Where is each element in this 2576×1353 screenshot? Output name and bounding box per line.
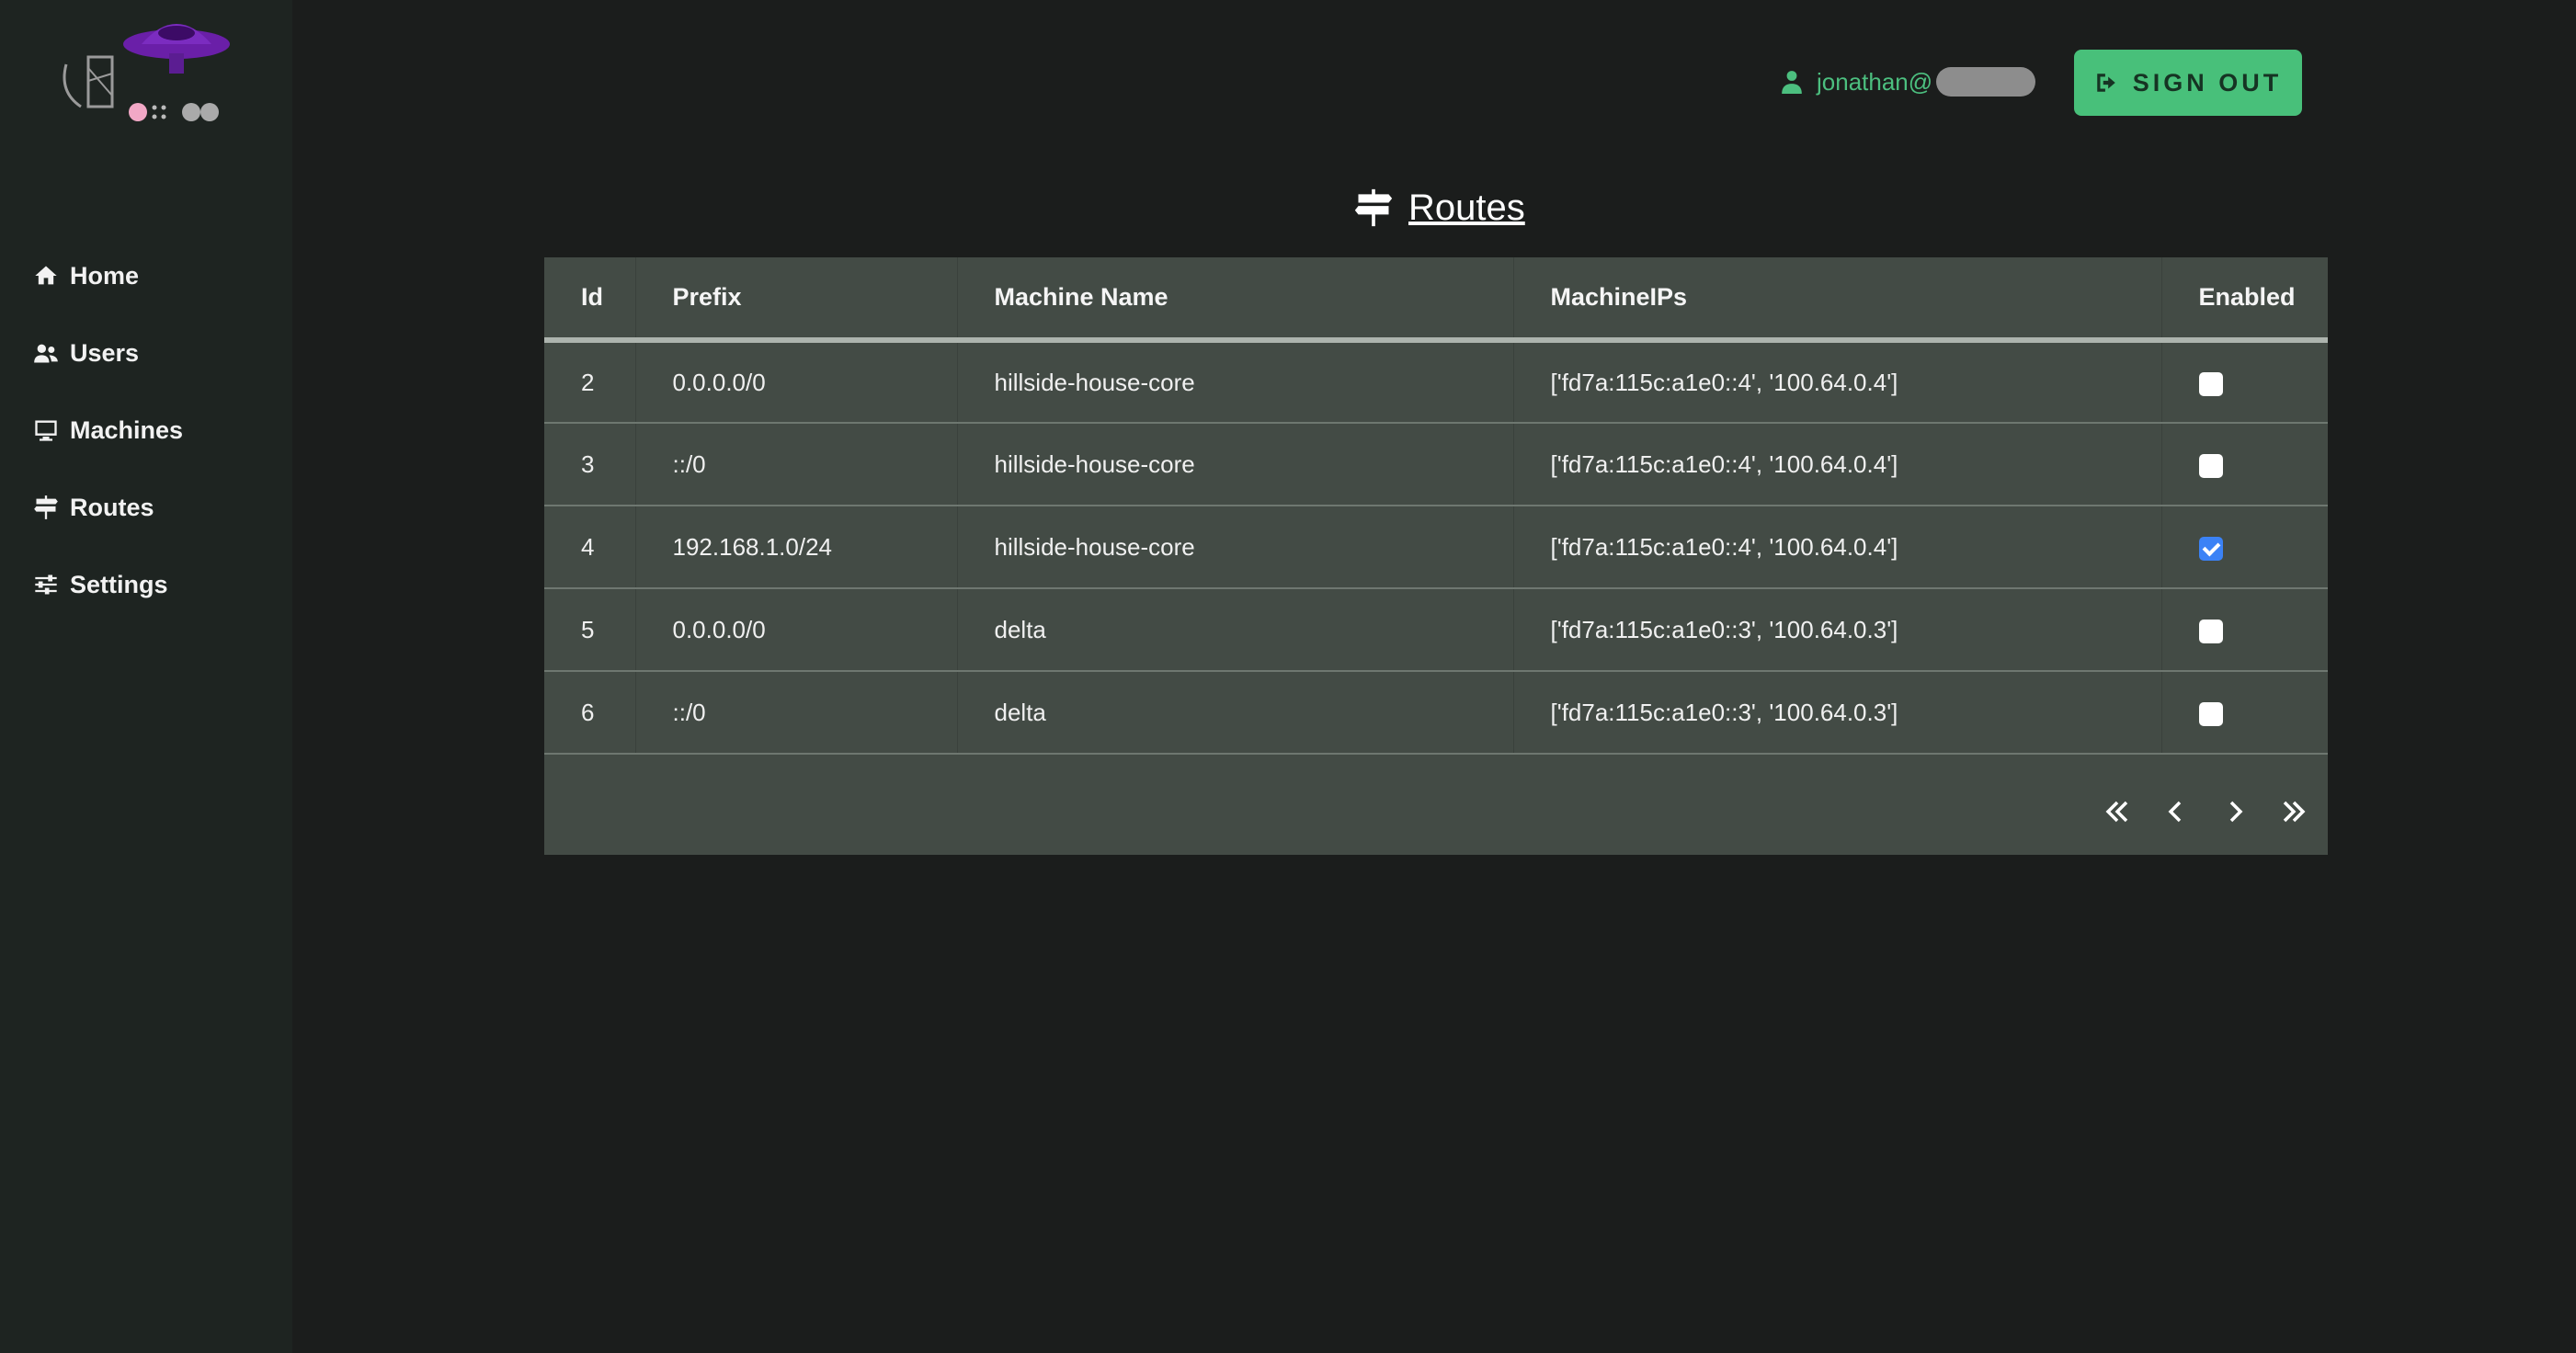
enabled-checkbox[interactable] (2198, 536, 2223, 561)
cell-enabled (2161, 423, 2328, 506)
cell-machine-name: delta (957, 588, 1514, 671)
sidebar-item-label: Routes (70, 493, 154, 521)
cell-prefix: 192.168.1.0/24 (635, 506, 958, 588)
column-header-machine-name: Machine Name (957, 257, 1514, 340)
last-page-button[interactable] (2278, 796, 2309, 827)
cell-machine-ips: ['fd7a:115c:a1e0::3', '100.64.0.3'] (1513, 588, 2162, 671)
cell-id: 2 (544, 340, 636, 423)
cell-machine-name: hillside-house-core (957, 340, 1514, 423)
cell-machine-ips: ['fd7a:115c:a1e0::4', '100.64.0.4'] (1513, 506, 2162, 588)
table-row: 3::/0 hillside-house-core ['fd7a:115c:a1e0… (544, 423, 2328, 506)
sign-out-icon (2096, 74, 2115, 92)
enabled-checkbox[interactable] (2198, 453, 2223, 478)
cell-prefix: 0.0.0.0/0 (635, 588, 958, 671)
sidebar-item-home[interactable]: Home (33, 253, 139, 299)
table-row: 4 192.168.1.0/24 hillside-house-core ['fd7a… (544, 506, 2328, 588)
cell-id: 5 (544, 588, 636, 671)
signpost-icon (1354, 188, 1393, 227)
sidebar-item-routes[interactable]: Routes (33, 484, 154, 530)
page-title-link[interactable]: Routes (1408, 188, 1525, 229)
cell-machine-name: hillside-house-core (957, 423, 1514, 506)
signpost-icon (34, 495, 58, 519)
column-header-machine-ips: MachineIPs (1513, 257, 2162, 340)
sidebar-item-label: Home (70, 261, 140, 290)
users-icon (34, 344, 58, 363)
redacted-domain (1936, 67, 2036, 97)
routes-table: Id Prefix Machine Name MachineIPs Enable… (544, 257, 2328, 855)
page-title: Routes (1353, 180, 1525, 235)
cell-enabled (2161, 340, 2328, 423)
prev-page-icon (2168, 801, 2182, 823)
cell-enabled (2161, 506, 2328, 588)
cell-prefix: ::/0 (635, 423, 958, 506)
pagination (2102, 796, 2309, 827)
column-header-enabled: Enabled (2198, 283, 2296, 311)
cell-enabled (2161, 671, 2328, 754)
sign-out-button[interactable]: SIGN OUT (2074, 50, 2302, 116)
table-header-row: Id Prefix Machine Name MachineIPs Enable… (544, 257, 2328, 340)
table-row: 5 0.0.0.0/0 delta ['fd7a:115c:a1e0::3', '10… (544, 588, 2328, 671)
sidebar-item-machines[interactable]: Machines (33, 407, 183, 453)
first-page-icon (2105, 801, 2128, 823)
column-header-id: Id (544, 257, 636, 340)
sidebar-item-label: Machines (70, 415, 184, 444)
enabled-checkbox[interactable] (2198, 371, 2223, 396)
user-email: jonathan@ (1817, 67, 1933, 96)
user-icon (1782, 71, 1802, 94)
sidebar-item-users[interactable]: Users (33, 330, 139, 376)
sidebar-item-label: Settings (70, 570, 168, 598)
cell-id: 4 (544, 506, 636, 588)
cell-machine-name: delta (957, 671, 1514, 754)
table-row: 2 0.0.0.0/0 hillside-house-core ['fd7a:115c… (544, 340, 2328, 423)
cell-machine-name: hillside-house-core (957, 506, 1514, 588)
sidebar-item-label: Users (70, 338, 140, 367)
last-page-icon (2283, 801, 2306, 823)
enabled-checkbox[interactable] (2198, 701, 2223, 726)
cell-machine-ips: ['fd7a:115c:a1e0::3', '100.64.0.3'] (1513, 671, 2162, 754)
column-header-prefix: Prefix (635, 257, 958, 340)
app-logo (63, 24, 230, 121)
cell-id: 3 (544, 423, 636, 506)
cell-enabled (2161, 588, 2328, 671)
table-row: 6::/0 delta ['fd7a:115c:a1e0::3', '100.64.… (544, 671, 2328, 754)
next-page-icon (2229, 801, 2243, 823)
sidebar-item-settings[interactable]: Settings (33, 562, 168, 608)
cell-id: 6 (544, 671, 636, 754)
sidebar: Home Users Machines Routes Settings (0, 0, 292, 1353)
enabled-checkbox[interactable] (2198, 619, 2223, 643)
prev-page-button[interactable] (2160, 796, 2192, 827)
sign-out-label: SIGN OUT (2132, 68, 2283, 97)
next-page-button[interactable] (2219, 796, 2251, 827)
monitor-icon (35, 420, 57, 441)
sliders-icon (35, 574, 57, 595)
cell-prefix: ::/0 (635, 671, 958, 754)
home-icon (35, 266, 57, 285)
cell-machine-ips: ['fd7a:115c:a1e0::4', '100.64.0.4'] (1513, 340, 2162, 423)
user-info: jonathan@ (1782, 61, 2036, 103)
cell-machine-ips: ['fd7a:115c:a1e0::4', '100.64.0.4'] (1513, 423, 2162, 506)
cell-prefix: 0.0.0.0/0 (635, 340, 958, 423)
first-page-button[interactable] (2102, 796, 2133, 827)
